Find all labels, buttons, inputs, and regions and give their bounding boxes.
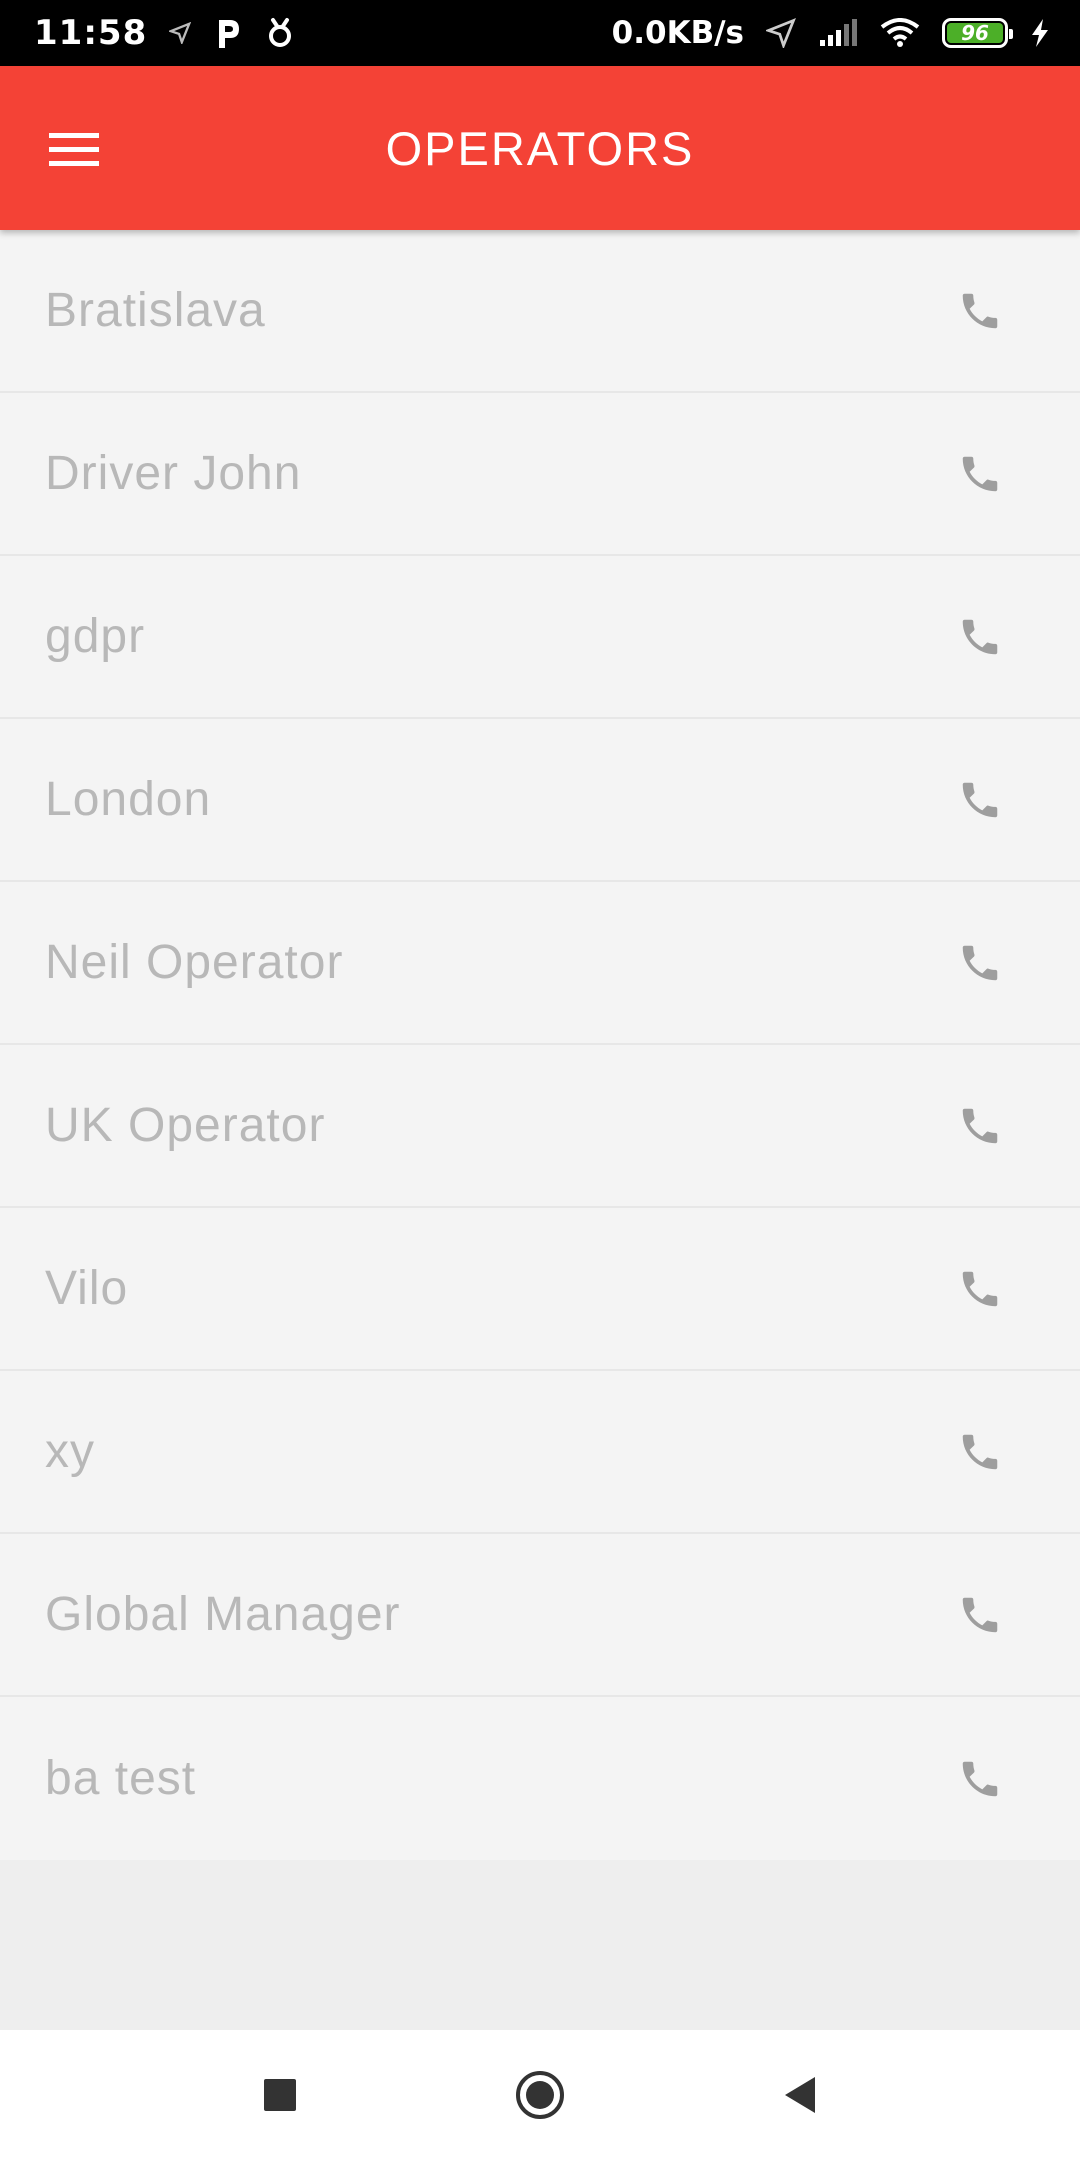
signal-icon: [818, 18, 858, 48]
list-item[interactable]: London: [0, 719, 1080, 882]
operator-name: Global Manager: [45, 1588, 401, 1641]
list-item[interactable]: Vilo: [0, 1208, 1080, 1371]
list-item[interactable]: ba test: [0, 1697, 1080, 1860]
back-triangle-icon[interactable]: [765, 2060, 835, 2130]
phone-icon[interactable]: [950, 281, 1010, 341]
phone-icon[interactable]: [950, 770, 1010, 830]
system-nav-bar: [0, 2030, 1080, 2160]
operator-name: gdpr: [45, 610, 146, 663]
battery-icon: 96: [942, 18, 1013, 48]
list-item[interactable]: gdpr: [0, 556, 1080, 719]
app-bar: OPERATORS: [0, 66, 1080, 230]
status-bar: 11:58 0.0KB/s 96: [0, 0, 1080, 66]
recents-square-icon[interactable]: [245, 2060, 315, 2130]
parking-icon: [213, 16, 243, 50]
operator-name: xy: [45, 1425, 95, 1478]
operator-name: Bratislava: [45, 284, 266, 337]
phone-icon[interactable]: [950, 1096, 1010, 1156]
operators-list: Bratislava Driver John gdpr London Neil …: [0, 230, 1080, 1860]
operator-name: Driver John: [45, 447, 302, 500]
operator-name: London: [45, 773, 212, 826]
list-item[interactable]: xy: [0, 1371, 1080, 1534]
wifi-icon: [880, 18, 920, 48]
list-item[interactable]: Bratislava: [0, 230, 1080, 393]
status-time: 11:58: [34, 13, 148, 53]
list-item[interactable]: Driver John: [0, 393, 1080, 556]
phone-icon[interactable]: [950, 1259, 1010, 1319]
list-item[interactable]: UK Operator: [0, 1045, 1080, 1208]
operator-name: ba test: [45, 1752, 197, 1805]
phone-icon[interactable]: [950, 1585, 1010, 1645]
operator-name: UK Operator: [45, 1099, 326, 1152]
operator-name: Neil Operator: [45, 936, 344, 989]
home-circle-icon[interactable]: [505, 2060, 575, 2130]
operator-name: Vilo: [45, 1262, 129, 1315]
location-arrow-icon: [169, 22, 192, 44]
phone-icon[interactable]: [950, 1422, 1010, 1482]
battery-level: 96: [947, 21, 1003, 45]
list-item[interactable]: Global Manager: [0, 1534, 1080, 1697]
phone-icon[interactable]: [950, 444, 1010, 504]
phone-icon[interactable]: [950, 933, 1010, 993]
phone-icon[interactable]: [950, 607, 1010, 667]
hamburger-menu-icon[interactable]: [34, 110, 114, 190]
notification-icon: [265, 17, 295, 49]
charging-icon: [1030, 18, 1050, 48]
list-item[interactable]: Neil Operator: [0, 882, 1080, 1045]
network-speed: 0.0KB/s: [611, 15, 744, 51]
location-arrow-icon: [766, 18, 796, 48]
phone-icon[interactable]: [950, 1749, 1010, 1809]
page-title: OPERATORS: [385, 121, 695, 175]
